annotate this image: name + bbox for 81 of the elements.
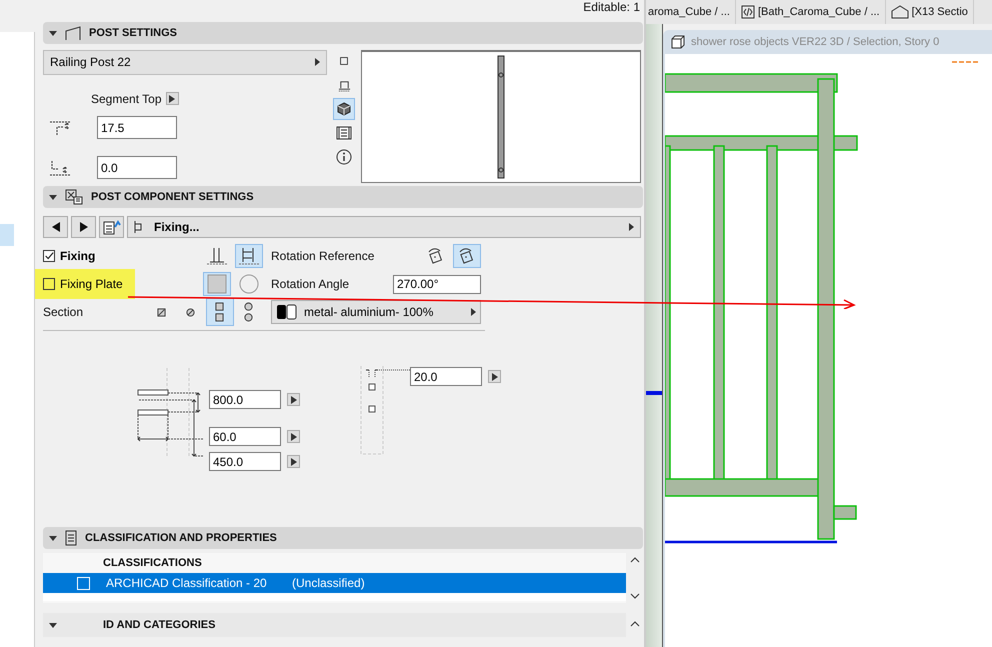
fixing-mode-button[interactable]: [235, 244, 263, 268]
section-header[interactable]: CLASSIFICATION AND PROPERTIES: [43, 527, 643, 549]
offset-field[interactable]: 20.0: [410, 367, 482, 386]
square-icon: [206, 273, 228, 295]
left-triangle-icon: [52, 222, 60, 232]
checkmark-icon: [44, 251, 54, 261]
rotation-angle-label: Rotation Angle: [270, 277, 350, 291]
component-settings-icon: [65, 189, 83, 205]
rotation-reference-button[interactable]: [453, 244, 481, 268]
arrow-button[interactable]: [287, 430, 300, 443]
double-square-icon: [215, 302, 224, 322]
caret-icon: [315, 58, 320, 66]
material-swatch-icon: [276, 304, 298, 320]
rotation-angle-field[interactable]: 270.00°: [393, 274, 481, 294]
checkbox[interactable]: [77, 576, 90, 590]
section-header[interactable]: POST SETTINGS: [43, 22, 643, 44]
section-shape-button[interactable]: [206, 298, 234, 326]
bottom-offset-field[interactable]: 0.0: [97, 156, 177, 180]
top-offset-field[interactable]: 17.5: [97, 116, 177, 140]
cube-icon: [671, 35, 685, 49]
classifications-heading: CLASSIFICATIONS: [102, 556, 203, 571]
caret-icon: [169, 94, 175, 103]
right-triangle-icon: [80, 222, 88, 232]
section-label: Section: [43, 305, 84, 319]
list-icon: [336, 126, 352, 140]
editable-count: Editable: 1: [583, 0, 640, 16]
house-icon: [890, 5, 909, 19]
document-arrow-icon: [102, 219, 120, 235]
info-icon: [336, 149, 352, 165]
dash-marker: [952, 60, 980, 64]
arrow-button[interactable]: [287, 393, 300, 406]
document-icon: [65, 530, 77, 546]
next-button[interactable]: [71, 216, 96, 238]
section-view-icon: [338, 78, 350, 92]
dimension-field[interactable]: 800.0: [209, 390, 281, 409]
caret-icon: [290, 432, 296, 440]
cube-icon: [337, 102, 351, 116]
caret-icon: [290, 396, 296, 404]
arrow-button[interactable]: [287, 455, 300, 468]
document-tab[interactable]: [X13 Sectio: [886, 0, 974, 24]
square-icon: [338, 55, 350, 67]
view-mode-button[interactable]: [333, 98, 355, 120]
rotation-reference-label: Rotation Reference: [270, 249, 376, 263]
fixing-checkbox[interactable]: Fixing: [43, 249, 96, 263]
fixing-component-icon: [134, 221, 144, 233]
caret-icon: [629, 223, 634, 231]
document-arrow-button[interactable]: [99, 216, 124, 238]
round-section-icon: [186, 308, 195, 316]
classification-row[interactable]: ARCHICAD Classification - 20 (Unclassified): [43, 573, 626, 593]
square-section-icon: [156, 308, 166, 316]
scroll-down-icon[interactable]: [630, 593, 640, 599]
caret-icon: [492, 372, 498, 380]
selected-row-highlight: [0, 224, 14, 246]
scroll-up-icon[interactable]: [630, 557, 640, 563]
previous-button[interactable]: [43, 216, 68, 238]
post-type-dropdown[interactable]: Railing Post 22: [43, 50, 327, 75]
dimension-field[interactable]: 450.0: [209, 452, 281, 471]
material-dropdown[interactable]: metal- aluminium- 100%: [271, 300, 481, 324]
material-name: metal- aluminium- 100%: [304, 305, 434, 319]
segment-top-label: Segment Top: [91, 92, 162, 106]
double-circle-icon: [244, 302, 254, 322]
circle-icon: [238, 273, 260, 295]
bottom-offset-icon: [49, 158, 71, 177]
arrow-button[interactable]: [488, 370, 501, 383]
post-profile-icon: [65, 26, 81, 40]
arrow-button[interactable]: [166, 92, 178, 106]
top-offset-icon: [49, 118, 71, 137]
component-dropdown[interactable]: Fixing...: [127, 216, 641, 238]
scroll-up-icon[interactable]: [630, 621, 640, 627]
id-categories-header[interactable]: ID AND CATEGORIES: [43, 613, 626, 637]
fixing-mode-icon: [238, 246, 260, 266]
fixing-mode-icon: [206, 246, 228, 266]
dimension-field[interactable]: 60.0: [209, 427, 281, 446]
caret-icon: [290, 458, 296, 466]
document-tab[interactable]: [Bath_Caroma_Cube / ...: [736, 0, 886, 24]
section-header[interactable]: POST COMPONENT SETTINGS: [43, 186, 643, 208]
caret-icon: [471, 308, 476, 316]
caret-icon: [49, 621, 57, 629]
code-icon: [740, 5, 755, 19]
fixing-plate-checkbox[interactable]: Fixing Plate: [43, 277, 123, 291]
window-title: shower rose objects VER22 3D / Selection, Story 0: [691, 36, 940, 48]
